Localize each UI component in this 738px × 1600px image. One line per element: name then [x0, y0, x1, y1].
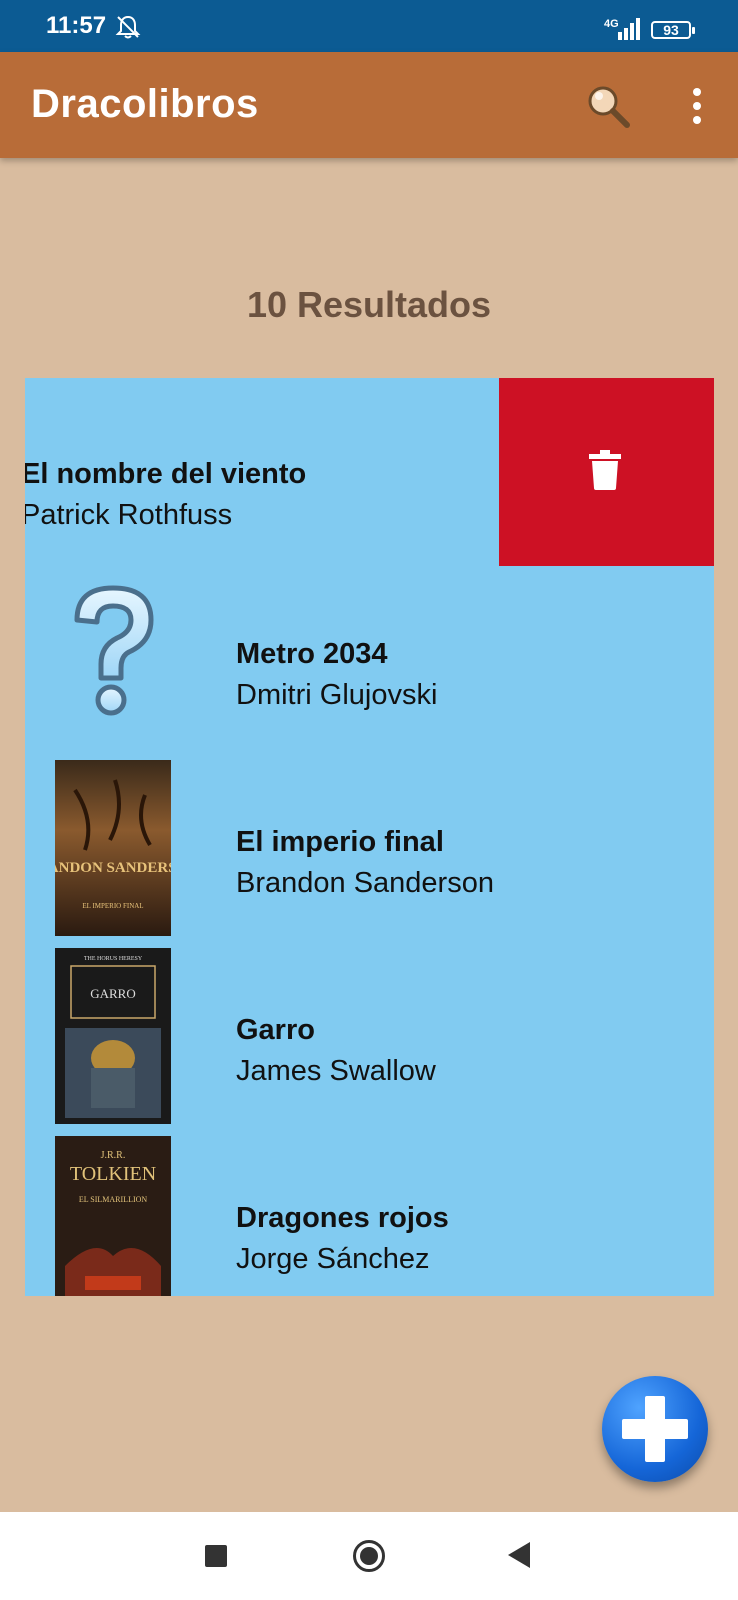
- book-row[interactable]: THE HORUS HERESY GARRO Garro James Swall…: [25, 942, 714, 1130]
- battery-icon: 93: [651, 21, 695, 39]
- cover-top: J.R.R.: [101, 1150, 126, 1161]
- book-title: El nombre del viento: [25, 458, 307, 490]
- search-icon[interactable]: [584, 82, 632, 130]
- book-title: Garro: [236, 1014, 315, 1046]
- bell-muted-icon: [115, 15, 141, 39]
- cover-subtitle: EL IMPERIO FINAL: [82, 902, 143, 910]
- book-text: El imperio final Brandon Sanderson: [236, 826, 494, 900]
- add-book-button[interactable]: [602, 1376, 708, 1482]
- app-bar: Dracolibros: [0, 52, 738, 158]
- book-title: Metro 2034: [236, 638, 388, 670]
- book-title: El imperio final: [236, 826, 444, 858]
- book-text: Garro James Swallow: [236, 1014, 436, 1088]
- book-text: El nombre del viento Patrick Rothfuss: [25, 458, 306, 532]
- book-author: Patrick Rothfuss: [25, 499, 233, 531]
- book-author: Jorge Sánchez: [236, 1243, 430, 1275]
- book-title: Dragones rojos: [236, 1202, 449, 1234]
- book-list[interactable]: El nombre del viento Patrick Rothfuss Me…: [25, 378, 714, 1296]
- book-cover: THE HORUS HERESY GARRO: [55, 948, 171, 1124]
- home-icon[interactable]: [353, 1540, 385, 1572]
- cover-title: EL SILMARILLION: [79, 1195, 148, 1204]
- book-author: Dmitri Glujovski: [236, 679, 438, 711]
- book-text: Dragones rojos Jorge Sánchez: [236, 1202, 449, 1276]
- book-author: Brandon Sanderson: [236, 867, 494, 899]
- signal-icon: [618, 18, 640, 40]
- plus-icon-vertical: [645, 1396, 665, 1462]
- cover-author: TOLKIEN: [70, 1163, 156, 1185]
- status-bar: 11:57 4G 93: [0, 0, 738, 52]
- recents-icon[interactable]: [205, 1545, 227, 1567]
- book-row[interactable]: Metro 2034 Dmitri Glujovski: [25, 566, 714, 754]
- back-icon[interactable]: [508, 1542, 530, 1568]
- book-row[interactable]: J.R.R. TOLKIEN EL SILMARILLION Dragones …: [25, 1130, 714, 1296]
- question-mark-placeholder-icon: [74, 585, 154, 716]
- status-time: 11:57: [46, 12, 107, 39]
- book-cover: BRANDON SANDERSON EL IMPERIO FINAL: [55, 760, 171, 936]
- system-nav-bar: [0, 1512, 738, 1600]
- cover-author: BRANDON SANDERSON: [55, 860, 171, 876]
- book-cover: J.R.R. TOLKIEN EL SILMARILLION: [55, 1136, 171, 1296]
- book-row[interactable]: El nombre del viento Patrick Rothfuss: [25, 378, 714, 566]
- book-row[interactable]: BRANDON SANDERSON EL IMPERIO FINAL El im…: [25, 754, 714, 942]
- delete-button[interactable]: [499, 378, 714, 566]
- cover-title: GARRO: [90, 986, 136, 1001]
- book-text: Metro 2034 Dmitri Glujovski: [236, 638, 437, 712]
- book-author: James Swallow: [236, 1055, 436, 1087]
- trash-icon: [589, 450, 621, 490]
- app-title: Dracolibros: [31, 82, 259, 126]
- results-count: 10 Resultados: [246, 284, 492, 325]
- more-vert-icon[interactable]: [678, 84, 716, 128]
- cover-series: THE HORUS HERESY: [84, 956, 143, 962]
